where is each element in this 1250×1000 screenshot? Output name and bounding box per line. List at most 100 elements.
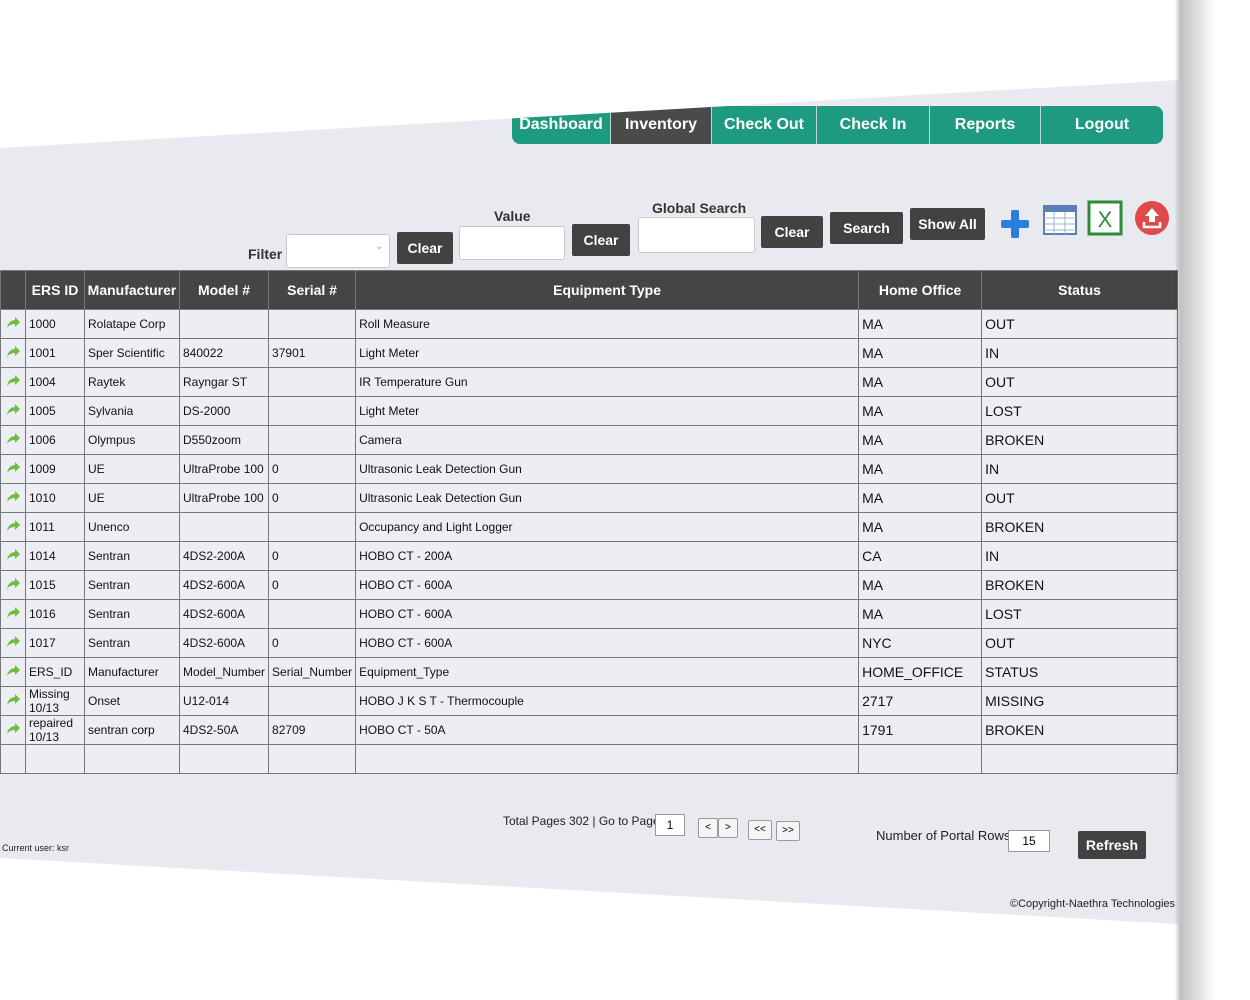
first-page-button[interactable]: << [748,820,772,840]
cell-manufacturer: Sentran [84,541,180,571]
empty-cell [25,744,85,774]
cell-equipment-type: Light Meter [355,338,860,368]
cell-manufacturer: Sentran [84,599,180,629]
nav-logout[interactable]: Logout [1041,106,1163,144]
portal-rows-input[interactable]: 15 [1008,830,1050,852]
filter-select[interactable]: ⌄ [286,234,390,268]
cell-serial: 0 [268,570,357,600]
header-home-office[interactable]: Home Office [858,270,983,310]
inventory-table: ERS ID Manufacturer Model # Serial # Equ… [0,270,1178,774]
cell-home-office: NYC [858,628,983,658]
table-row[interactable]: 1004 Raytek Rayngar ST IR Temperature Gun MA… [0,367,1178,397]
table-row[interactable]: 1005 Sylvania DS-2000 Light Meter MA LOST [0,396,1178,426]
cell-model: 4DS2-200A [178,541,270,571]
table-row[interactable]: 1001 Sper Scientific 840022 37901 Light Mete… [0,338,1178,368]
row-open-arrow-icon[interactable] [0,338,26,368]
row-open-arrow-icon[interactable] [0,715,26,745]
value-clear-button[interactable]: Clear [572,224,630,256]
cell-manufacturer: Sentran [84,570,180,600]
row-open-arrow-icon[interactable] [0,686,26,716]
cell-serial [268,309,357,339]
cell-manufacturer: Unenco [84,512,180,542]
header-serial[interactable]: Serial # [268,270,357,310]
table-row[interactable]: 1010 UE UltraProbe 100 0 Ultrasonic Leak Det… [0,483,1178,513]
row-open-arrow-icon[interactable] [0,599,26,629]
row-open-arrow-icon[interactable] [0,367,26,397]
cell-home-office: CA [858,541,983,571]
cell-manufacturer: sentran corp [84,715,180,745]
table-icon[interactable] [1042,202,1078,238]
table-row[interactable]: ERS_ID Manufacturer Model_Number Serial_Num… [0,657,1178,687]
cell-serial [268,599,357,629]
row-open-arrow-icon[interactable] [0,657,26,687]
row-open-arrow-icon[interactable] [0,454,26,484]
cell-home-office: MA [858,570,983,600]
copyright: ©Copyright-Naethra Technologies [1010,898,1176,910]
header-ers-id[interactable]: ERS ID [25,270,85,310]
cell-equipment-type: HOBO CT - 600A [355,570,860,600]
cell-serial: 82709 [268,715,357,745]
header-status[interactable]: Status [981,270,1178,310]
row-open-arrow-icon[interactable] [0,541,26,571]
nav-inventory[interactable]: Inventory [611,106,712,144]
plus-icon[interactable] [997,206,1033,242]
cell-status: BROKEN [981,425,1178,455]
cell-status: STATUS [981,657,1178,687]
row-open-arrow-icon[interactable] [0,570,26,600]
cell-equipment-type: Ultrasonic Leak Detection Gun [355,454,860,484]
search-button[interactable]: Search [830,212,903,244]
cell-model: 4DS2-600A [178,628,270,658]
cell-manufacturer: Onset [84,686,180,716]
cell-status: LOST [981,599,1178,629]
row-open-arrow-icon[interactable] [0,512,26,542]
page-input[interactable]: 1 [655,814,685,836]
table-row[interactable]: 1006 Olympus D550zoom Camera MA BROKEN [0,425,1178,455]
nav-reports[interactable]: Reports [930,106,1041,144]
cell-model: U12-014 [178,686,270,716]
cell-manufacturer: UE [84,454,180,484]
cell-ers-id: Missing 10/13 [25,686,85,716]
filter-clear-button[interactable]: Clear [397,232,453,264]
cell-equipment-type: Roll Measure [355,309,860,339]
nav-check-out[interactable]: Check Out [712,106,817,144]
header-equipment-type[interactable]: Equipment Type [355,270,860,310]
excel-icon[interactable]: X [1087,200,1123,236]
row-open-arrow-icon[interactable] [0,483,26,513]
row-open-arrow-icon[interactable] [0,425,26,455]
table-row[interactable]: 1014 Sentran 4DS2-200A 0 HOBO CT - 200A CA IN [0,541,1178,571]
nav-check-in[interactable]: Check In [817,106,930,144]
table-row[interactable]: 1011 Unenco Occupancy and Light Logger MA BR… [0,512,1178,542]
row-open-arrow-icon[interactable] [0,396,26,426]
refresh-button[interactable]: Refresh [1078,831,1146,859]
nav-dashboard[interactable]: Dashboard [512,106,611,144]
table-row[interactable]: 1017 Sentran 4DS2-600A 0 HOBO CT - 600A NYC OU… [0,628,1178,658]
header-manufacturer[interactable]: Manufacturer [84,270,180,310]
row-open-arrow-icon[interactable] [0,309,26,339]
cell-equipment-type: Ultrasonic Leak Detection Gun [355,483,860,513]
table-row[interactable]: repaired 10/13 sentran corp 4DS2-50A 82709 H… [0,715,1178,745]
table-row[interactable]: 1000 Rolatape Corp Roll Measure MA OUT [0,309,1178,339]
cell-serial [268,686,357,716]
header-model[interactable]: Model # [178,270,270,310]
prev-page-button[interactable]: < [698,818,718,838]
table-row[interactable]: 1016 Sentran 4DS2-600A HOBO CT - 600A MA LOST [0,599,1178,629]
cell-model: UltraProbe 100 [178,483,270,513]
cell-model: 840022 [178,338,270,368]
cell-status: IN [981,454,1178,484]
cell-status: IN [981,541,1178,571]
show-all-button[interactable]: Show All [910,208,985,240]
global-clear-button[interactable]: Clear [761,216,823,248]
cell-serial: 0 [268,628,357,658]
table-row[interactable]: 1015 Sentran 4DS2-600A 0 HOBO CT - 600A MA BRO… [0,570,1178,600]
table-row[interactable]: Missing 10/13 Onset U12-014 HOBO J K S T - … [0,686,1178,716]
value-input[interactable] [459,226,565,260]
cell-serial: 0 [268,541,357,571]
upload-icon[interactable] [1134,200,1170,236]
global-search-input[interactable] [638,217,755,253]
chevron-down-icon: ⌄ [375,241,383,251]
row-open-arrow-icon[interactable] [0,628,26,658]
table-row-empty [0,744,1178,774]
last-page-button[interactable]: >> [776,821,800,841]
table-row[interactable]: 1009 UE UltraProbe 100 0 Ultrasonic Leak Det… [0,454,1178,484]
next-page-button[interactable]: > [718,818,738,838]
